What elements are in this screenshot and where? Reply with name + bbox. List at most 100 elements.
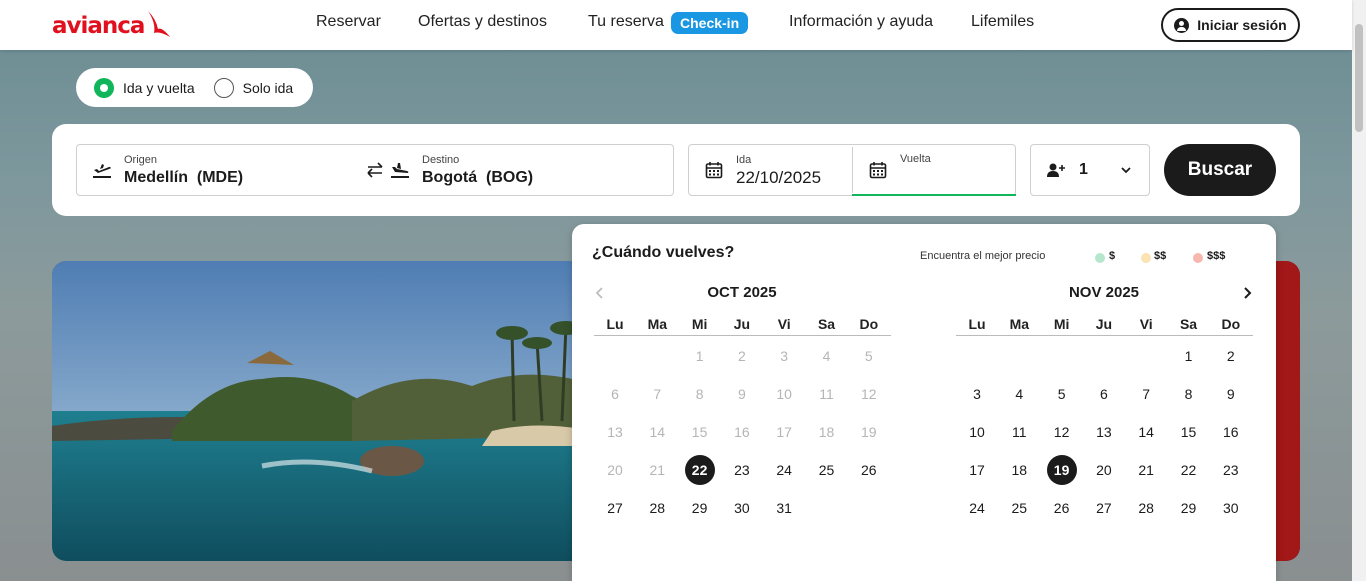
departure-label: Ida (736, 154, 752, 166)
destination-label: Destino (422, 154, 460, 166)
calendar-day[interactable]: 7 (1131, 379, 1161, 409)
calendar-day[interactable]: 30 (727, 493, 757, 523)
calendar-day[interactable]: 1 (1174, 341, 1204, 371)
calendar-day[interactable]: 5 (1047, 379, 1077, 409)
destination-value: Bogotá (BOG) (422, 169, 534, 186)
destination-input[interactable]: Destino Bogotá (BOG) (411, 144, 661, 196)
avianca-logo[interactable]: avianca (52, 9, 172, 39)
calendar-day: 2 (737, 348, 746, 364)
chevron-left-icon[interactable] (594, 286, 606, 300)
weekday-label: Do (859, 316, 879, 332)
chevron-down-icon (1121, 167, 1131, 174)
search-button[interactable]: Buscar (1164, 144, 1276, 196)
calendar-day[interactable]: 9 (1216, 379, 1246, 409)
nav-tu-reserva[interactable]: Tu reserva (588, 13, 664, 31)
calendar-day[interactable]: 10 (962, 417, 992, 447)
calendar-day[interactable]: 30 (1216, 493, 1246, 523)
calendar-day[interactable]: 26 (1047, 493, 1077, 523)
calendar-day: 6 (611, 386, 619, 402)
calendar-day: 5 (864, 348, 873, 364)
calendar-day[interactable]: 31 (769, 493, 799, 523)
calendar-day[interactable]: 13 (1089, 417, 1119, 447)
nav-ofertas-destinos[interactable]: Ofertas y destinos (418, 13, 547, 31)
legend-label-low: $ (1109, 250, 1116, 262)
login-label: Iniciar sesión (1197, 17, 1287, 33)
calendar-day[interactable]: 6 (1089, 379, 1119, 409)
calendar-day[interactable]: 12 (1047, 417, 1077, 447)
calendar-day[interactable]: 4 (1004, 379, 1034, 409)
round-trip-label: Ida y vuelta (123, 79, 195, 96)
calendar-day[interactable]: 17 (962, 455, 992, 485)
departure-value: 22/10/2025 (736, 168, 822, 187)
nav-reservar[interactable]: Reservar (316, 13, 381, 31)
nav-informacion-ayuda[interactable]: Información y ayuda (789, 13, 933, 31)
page-scrollbar[interactable] (1352, 0, 1366, 581)
calendar-day[interactable]: 20 (1089, 455, 1119, 485)
weekday-label: Mi (1053, 316, 1070, 332)
calendar-day[interactable]: 16 (1216, 417, 1246, 447)
origin-label: Origen (124, 154, 158, 166)
calendar-day[interactable]: 28 (642, 493, 672, 523)
weekday-label: Vi (777, 316, 791, 332)
calendar-day: 12 (861, 386, 877, 402)
chevron-right-icon[interactable] (1241, 286, 1253, 300)
legend-dot-high (1193, 253, 1203, 263)
calendar-day[interactable]: 28 (1131, 493, 1161, 523)
calendar-day: 20 (607, 462, 623, 478)
departure-date-input[interactable]: Ida 22/10/2025 (689, 145, 851, 195)
weekday-label: Lu (606, 316, 624, 332)
calendar-day[interactable]: 11 (1004, 417, 1034, 447)
calendar-day: 1 (695, 348, 704, 364)
calendar-day: 16 (734, 424, 750, 440)
month-title-oct: OCT 2025 (707, 284, 777, 301)
return-active-underline (852, 194, 1016, 196)
calendar-day-selected[interactable]: 22 (684, 455, 715, 485)
bird-icon (148, 11, 171, 37)
calendar-day[interactable]: 24 (769, 455, 799, 485)
calendar-day[interactable]: 24 (962, 493, 992, 523)
login-button[interactable]: Iniciar sesión (1161, 8, 1300, 42)
calendar-day[interactable]: 22 (1174, 455, 1204, 485)
trip-type-selector: Ida y vuelta Solo ida (76, 68, 313, 107)
calendar-day[interactable]: 26 (854, 455, 884, 485)
weekday-label: Sa (817, 316, 836, 332)
weekday-label: Mi (691, 316, 708, 332)
calendar-day[interactable]: 27 (1089, 493, 1119, 523)
calendar-day: 11 (819, 386, 834, 402)
add-passenger-icon (1047, 163, 1065, 177)
nav-lifemiles[interactable]: Lifemiles (971, 13, 1034, 31)
calendar-day: 17 (776, 424, 792, 440)
trip-option-round[interactable]: Ida y vuelta (94, 77, 195, 98)
calendar-day: 7 (653, 386, 662, 402)
calendar-day[interactable]: 29 (1174, 493, 1204, 523)
origin-input[interactable]: Origen Medellín (MDE) (113, 144, 363, 196)
calendar-day[interactable]: 23 (1216, 455, 1246, 485)
calendar-day[interactable]: 27 (600, 493, 630, 523)
calendar-day[interactable]: 18 (1004, 455, 1034, 485)
calendar-day[interactable]: 21 (1131, 455, 1161, 485)
calendar-day: 8 (695, 386, 704, 402)
calendar-day[interactable]: 3 (962, 379, 992, 409)
calendar-day[interactable]: 25 (812, 455, 842, 485)
return-date-input[interactable]: Vuelta (853, 145, 1015, 193)
weekday-label: Vi (1139, 316, 1153, 332)
calendar-day[interactable]: 2 (1216, 341, 1246, 371)
takeoff-icon (93, 164, 111, 178)
calendar-day: 13 (607, 424, 623, 440)
calendar-day[interactable]: 25 (1004, 493, 1034, 523)
weekday-label: Ju (733, 316, 751, 332)
passengers-select[interactable]: 1 (1030, 144, 1150, 196)
landing-icon (391, 163, 409, 178)
checkin-badge[interactable]: Check-in (671, 12, 749, 34)
swap-icon[interactable] (365, 161, 385, 179)
calendar-day: 9 (737, 386, 746, 402)
calendar-day[interactable]: 23 (727, 455, 757, 485)
calendar-day-selected[interactable]: 19 (1046, 455, 1077, 485)
trip-option-oneway[interactable]: Solo ida (213, 77, 293, 98)
calendar-day[interactable]: 14 (1131, 417, 1161, 447)
calendar-day[interactable]: 15 (1174, 417, 1204, 447)
price-legend-title: Encuentra el mejor precio (920, 250, 1046, 262)
scrollbar-thumb[interactable] (1355, 24, 1363, 132)
calendar-day[interactable]: 29 (685, 493, 715, 523)
calendar-day[interactable]: 8 (1174, 379, 1204, 409)
